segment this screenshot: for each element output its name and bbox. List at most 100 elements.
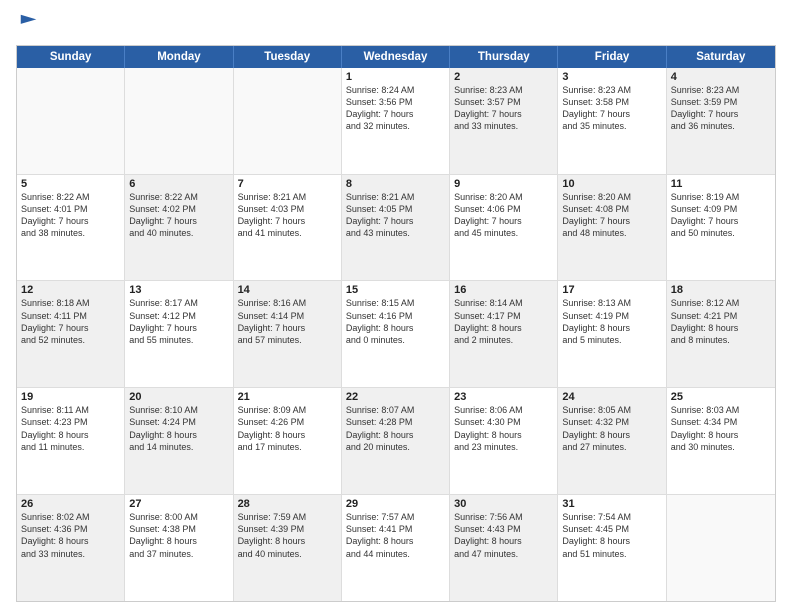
calendar-cell-day-31: 31Sunrise: 7:54 AM Sunset: 4:45 PM Dayli… [558,495,666,601]
day-number: 6 [129,178,228,190]
calendar-cell-day-23: 23Sunrise: 8:06 AM Sunset: 4:30 PM Dayli… [450,388,558,494]
calendar-cell-day-15: 15Sunrise: 8:15 AM Sunset: 4:16 PM Dayli… [342,281,450,387]
calendar-cell-day-24: 24Sunrise: 8:05 AM Sunset: 4:32 PM Dayli… [558,388,666,494]
calendar-header: SundayMondayTuesdayWednesdayThursdayFrid… [17,46,775,68]
calendar-cell-day-8: 8Sunrise: 8:21 AM Sunset: 4:05 PM Daylig… [342,175,450,281]
calendar-cell-day-17: 17Sunrise: 8:13 AM Sunset: 4:19 PM Dayli… [558,281,666,387]
day-number: 18 [671,284,771,296]
day-number: 7 [238,178,337,190]
cell-info: Sunrise: 8:23 AM Sunset: 3:58 PM Dayligh… [562,84,661,133]
cell-info: Sunrise: 8:16 AM Sunset: 4:14 PM Dayligh… [238,297,337,346]
day-number: 9 [454,178,553,190]
day-number: 22 [346,391,445,403]
weekday-header-thursday: Thursday [450,46,558,68]
cell-info: Sunrise: 8:10 AM Sunset: 4:24 PM Dayligh… [129,404,228,453]
day-number: 16 [454,284,553,296]
day-number: 13 [129,284,228,296]
cell-info: Sunrise: 8:20 AM Sunset: 4:08 PM Dayligh… [562,191,661,240]
cell-info: Sunrise: 8:21 AM Sunset: 4:03 PM Dayligh… [238,191,337,240]
calendar-cell-day-9: 9Sunrise: 8:20 AM Sunset: 4:06 PM Daylig… [450,175,558,281]
cell-info: Sunrise: 8:11 AM Sunset: 4:23 PM Dayligh… [21,404,120,453]
cell-info: Sunrise: 8:23 AM Sunset: 3:57 PM Dayligh… [454,84,553,133]
weekday-header-tuesday: Tuesday [234,46,342,68]
day-number: 27 [129,498,228,510]
day-number: 2 [454,71,553,83]
cell-info: Sunrise: 8:00 AM Sunset: 4:38 PM Dayligh… [129,511,228,560]
calendar-row-4: 26Sunrise: 8:02 AM Sunset: 4:36 PM Dayli… [17,495,775,601]
day-number: 25 [671,391,771,403]
calendar-cell-day-19: 19Sunrise: 8:11 AM Sunset: 4:23 PM Dayli… [17,388,125,494]
cell-info: Sunrise: 8:05 AM Sunset: 4:32 PM Dayligh… [562,404,661,453]
calendar-cell-day-25: 25Sunrise: 8:03 AM Sunset: 4:34 PM Dayli… [667,388,775,494]
logo-flag-icon [18,12,40,34]
calendar-cell-day-16: 16Sunrise: 8:14 AM Sunset: 4:17 PM Dayli… [450,281,558,387]
cell-info: Sunrise: 7:56 AM Sunset: 4:43 PM Dayligh… [454,511,553,560]
calendar-cell-day-21: 21Sunrise: 8:09 AM Sunset: 4:26 PM Dayli… [234,388,342,494]
page-header [16,12,776,39]
calendar-body: 1Sunrise: 8:24 AM Sunset: 3:56 PM Daylig… [17,68,775,601]
calendar-cell-day-13: 13Sunrise: 8:17 AM Sunset: 4:12 PM Dayli… [125,281,233,387]
cell-info: Sunrise: 7:57 AM Sunset: 4:41 PM Dayligh… [346,511,445,560]
day-number: 28 [238,498,337,510]
day-number: 29 [346,498,445,510]
day-number: 31 [562,498,661,510]
calendar-cell-day-26: 26Sunrise: 8:02 AM Sunset: 4:36 PM Dayli… [17,495,125,601]
calendar-cell-day-14: 14Sunrise: 8:16 AM Sunset: 4:14 PM Dayli… [234,281,342,387]
calendar-cell-day-30: 30Sunrise: 7:56 AM Sunset: 4:43 PM Dayli… [450,495,558,601]
day-number: 14 [238,284,337,296]
calendar-cell-empty [234,68,342,174]
cell-info: Sunrise: 8:18 AM Sunset: 4:11 PM Dayligh… [21,297,120,346]
calendar-cell-day-6: 6Sunrise: 8:22 AM Sunset: 4:02 PM Daylig… [125,175,233,281]
day-number: 19 [21,391,120,403]
cell-info: Sunrise: 7:54 AM Sunset: 4:45 PM Dayligh… [562,511,661,560]
day-number: 21 [238,391,337,403]
cell-info: Sunrise: 8:22 AM Sunset: 4:02 PM Dayligh… [129,191,228,240]
cell-info: Sunrise: 8:19 AM Sunset: 4:09 PM Dayligh… [671,191,771,240]
calendar-cell-empty [17,68,125,174]
cell-info: Sunrise: 8:24 AM Sunset: 3:56 PM Dayligh… [346,84,445,133]
cell-info: Sunrise: 8:06 AM Sunset: 4:30 PM Dayligh… [454,404,553,453]
weekday-header-wednesday: Wednesday [342,46,450,68]
day-number: 20 [129,391,228,403]
calendar-cell-day-7: 7Sunrise: 8:21 AM Sunset: 4:03 PM Daylig… [234,175,342,281]
calendar-row-1: 5Sunrise: 8:22 AM Sunset: 4:01 PM Daylig… [17,175,775,282]
cell-info: Sunrise: 8:21 AM Sunset: 4:05 PM Dayligh… [346,191,445,240]
calendar-cell-day-2: 2Sunrise: 8:23 AM Sunset: 3:57 PM Daylig… [450,68,558,174]
calendar-cell-day-3: 3Sunrise: 8:23 AM Sunset: 3:58 PM Daylig… [558,68,666,174]
day-number: 11 [671,178,771,190]
cell-info: Sunrise: 8:07 AM Sunset: 4:28 PM Dayligh… [346,404,445,453]
calendar-row-2: 12Sunrise: 8:18 AM Sunset: 4:11 PM Dayli… [17,281,775,388]
calendar: SundayMondayTuesdayWednesdayThursdayFrid… [16,45,776,602]
calendar-cell-empty [667,495,775,601]
weekday-header-sunday: Sunday [17,46,125,68]
cell-info: Sunrise: 8:13 AM Sunset: 4:19 PM Dayligh… [562,297,661,346]
calendar-cell-empty [125,68,233,174]
calendar-cell-day-11: 11Sunrise: 8:19 AM Sunset: 4:09 PM Dayli… [667,175,775,281]
cell-info: Sunrise: 8:22 AM Sunset: 4:01 PM Dayligh… [21,191,120,240]
calendar-cell-day-18: 18Sunrise: 8:12 AM Sunset: 4:21 PM Dayli… [667,281,775,387]
weekday-header-friday: Friday [558,46,666,68]
day-number: 5 [21,178,120,190]
day-number: 24 [562,391,661,403]
day-number: 3 [562,71,661,83]
weekday-header-monday: Monday [125,46,233,68]
calendar-cell-day-12: 12Sunrise: 8:18 AM Sunset: 4:11 PM Dayli… [17,281,125,387]
cell-info: Sunrise: 7:59 AM Sunset: 4:39 PM Dayligh… [238,511,337,560]
cell-info: Sunrise: 8:03 AM Sunset: 4:34 PM Dayligh… [671,404,771,453]
day-number: 4 [671,71,771,83]
cell-info: Sunrise: 8:20 AM Sunset: 4:06 PM Dayligh… [454,191,553,240]
day-number: 12 [21,284,120,296]
cell-info: Sunrise: 8:02 AM Sunset: 4:36 PM Dayligh… [21,511,120,560]
calendar-cell-day-27: 27Sunrise: 8:00 AM Sunset: 4:38 PM Dayli… [125,495,233,601]
day-number: 10 [562,178,661,190]
cell-info: Sunrise: 8:15 AM Sunset: 4:16 PM Dayligh… [346,297,445,346]
day-number: 1 [346,71,445,83]
calendar-cell-day-28: 28Sunrise: 7:59 AM Sunset: 4:39 PM Dayli… [234,495,342,601]
calendar-cell-day-10: 10Sunrise: 8:20 AM Sunset: 4:08 PM Dayli… [558,175,666,281]
calendar-cell-day-29: 29Sunrise: 7:57 AM Sunset: 4:41 PM Dayli… [342,495,450,601]
day-number: 17 [562,284,661,296]
calendar-cell-day-5: 5Sunrise: 8:22 AM Sunset: 4:01 PM Daylig… [17,175,125,281]
calendar-row-3: 19Sunrise: 8:11 AM Sunset: 4:23 PM Dayli… [17,388,775,495]
calendar-cell-day-1: 1Sunrise: 8:24 AM Sunset: 3:56 PM Daylig… [342,68,450,174]
cell-info: Sunrise: 8:14 AM Sunset: 4:17 PM Dayligh… [454,297,553,346]
